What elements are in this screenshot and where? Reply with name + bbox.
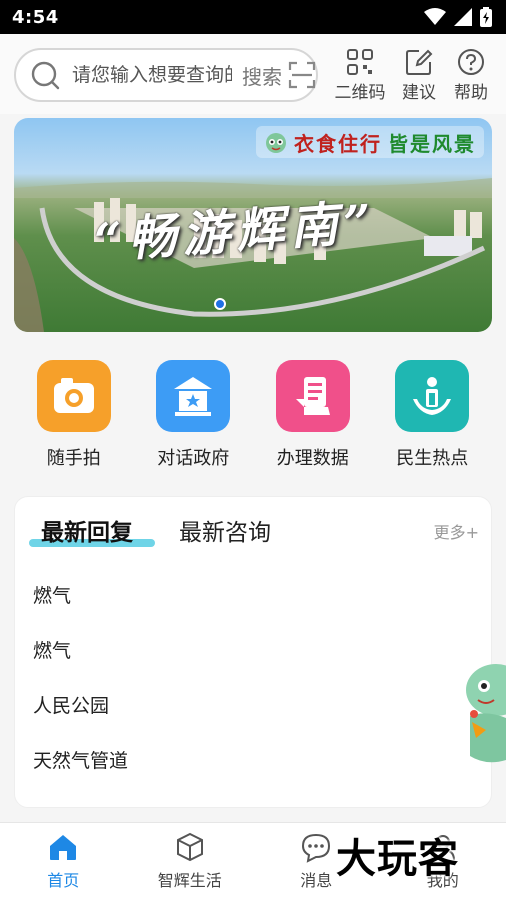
banner-slogan-left: 衣食住行 (294, 131, 382, 156)
status-time: 4:54 (12, 6, 59, 28)
signal-icon (454, 8, 472, 26)
nav-message-label: 消息 (300, 871, 333, 890)
quick-tile-photo (36, 360, 111, 432)
box-icon (176, 832, 203, 862)
quick-label-people: 民生热点 (396, 448, 469, 469)
status-icons (424, 7, 492, 27)
qrcode-label: 二维码 (334, 83, 386, 103)
news-item[interactable]: 燃气 (33, 622, 473, 677)
help-icon (458, 49, 484, 75)
suggest-button[interactable]: 建议 (396, 48, 442, 103)
nav-home[interactable]: 首页 (0, 823, 127, 900)
quick-action-government[interactable]: 对话政府 (134, 360, 254, 470)
wifi-icon (424, 8, 446, 25)
qrcode-icon (347, 49, 373, 75)
header-actions: 二维码 建议 帮助 (330, 48, 494, 103)
banner-slogan: 衣食住行 皆是风景 (256, 126, 484, 158)
tab-latest-consult[interactable]: 最新咨询 (179, 513, 271, 547)
watermark: 大玩客 (336, 836, 459, 882)
government-icon (174, 377, 213, 416)
news-item[interactable]: 天然气管道 (33, 732, 473, 787)
quick-label-government: 对话政府 (157, 448, 230, 469)
quick-tile-government (156, 360, 231, 432)
news-tabs: 最新回复 最新咨询 更多+ (15, 497, 493, 557)
data-icon (295, 377, 330, 415)
search-bar[interactable]: 搜索 (14, 48, 318, 102)
header: 搜索 二维码 建议 帮助 (0, 34, 506, 114)
quick-tile-people (395, 360, 470, 432)
scan-icon[interactable] (288, 61, 316, 89)
tab-latest-reply[interactable]: 最新回复 (41, 513, 133, 547)
banner-carousel[interactable]: 衣食住行 皆是风景 “畅游辉南” (14, 118, 492, 332)
message-icon (302, 833, 331, 863)
quick-actions: 随手拍 对话政府 办理数据 民生热点 (14, 360, 492, 470)
home-icon (50, 835, 77, 860)
more-link[interactable]: 更多+ (434, 519, 479, 543)
mascot-mini-icon (266, 133, 286, 153)
quick-action-photo[interactable]: 随手拍 (14, 360, 134, 470)
nav-life[interactable]: 智辉生活 (127, 823, 254, 900)
suggest-label: 建议 (402, 83, 436, 103)
status-bar: 4:54 (0, 0, 506, 34)
camera-icon (53, 378, 94, 413)
qrcode-button[interactable]: 二维码 (330, 48, 390, 103)
carousel-indicator[interactable] (214, 298, 226, 310)
quick-action-people[interactable]: 民生热点 (373, 360, 493, 470)
quick-label-data: 办理数据 (276, 448, 349, 469)
quick-label-photo: 随手拍 (46, 448, 101, 469)
news-item[interactable]: 燃气 (33, 567, 473, 622)
battery-icon (480, 7, 492, 27)
news-item[interactable]: 人民公园 (33, 677, 473, 732)
people-icon (413, 377, 452, 415)
floating-mascot-icon[interactable] (456, 660, 506, 766)
search-icon (31, 61, 60, 90)
edit-icon (406, 49, 433, 75)
banner-slogan-right: 皆是风景 (388, 131, 476, 156)
news-list: 燃气 燃气 人民公园 天然气管道 (33, 567, 473, 787)
news-card: 最新回复 最新咨询 更多+ 燃气 燃气 人民公园 天然气管道 (14, 496, 492, 808)
nav-home-label: 首页 (47, 871, 80, 890)
search-button[interactable]: 搜索 (242, 61, 282, 90)
quick-tile-data (275, 360, 350, 432)
nav-life-label: 智辉生活 (157, 871, 222, 890)
quick-action-data[interactable]: 办理数据 (253, 360, 373, 470)
help-label: 帮助 (454, 83, 488, 103)
search-input[interactable] (72, 64, 232, 86)
help-button[interactable]: 帮助 (448, 48, 494, 103)
